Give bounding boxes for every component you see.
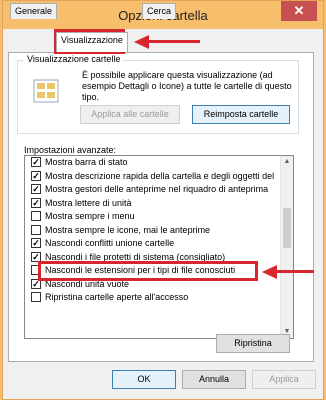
checkbox-checked-icon[interactable]: ✓ [31,197,41,208]
checkbox-unchecked-icon[interactable] [31,211,41,221]
advanced-option-label: Ripristina cartelle aperte all'accesso [45,292,189,302]
close-button[interactable]: ✕ [281,1,317,21]
tab-view[interactable]: Visualizzazione [56,32,128,52]
advanced-option-label: Mostra sempre i menu [45,211,135,221]
advanced-option-label: Mostra sempre le icone, mai le anteprime [45,224,211,235]
checkbox-unchecked-icon[interactable] [31,224,41,235]
cancel-button[interactable]: Annulla [182,370,246,389]
advanced-option-label: Mostra barra di stato [45,157,128,167]
checkbox-unchecked-icon[interactable] [31,292,41,302]
folder-views-description: È possibile applicare questa visualizzaz… [82,70,292,102]
checkbox-checked-icon[interactable]: ✓ [31,170,41,181]
apply-button[interactable]: Applica [252,370,316,389]
checkbox-checked-icon[interactable]: ✓ [31,157,41,167]
advanced-settings-list[interactable]: ✓ Mostra barra di stato ✓ Mostra descrizion… [24,155,294,339]
folder-views-label: Visualizzazione cartelle [24,54,124,64]
apply-to-folders-button[interactable]: Applica alle cartelle [80,105,180,124]
checkbox-checked-icon[interactable]: ✓ [31,251,41,262]
tab-general[interactable]: Generale [10,3,58,19]
option-arrow-line [276,270,314,273]
tab-arrow-line [148,40,200,43]
restore-defaults-button[interactable]: Ripristina [216,334,290,353]
advanced-option-label: Mostra lettere di unità [45,197,132,208]
option-arrow-left-icon [262,265,277,279]
scroll-thumb[interactable] [283,208,291,248]
advanced-option-label: Nascondi conflitti unione cartelle [45,238,175,248]
advanced-option-label: Mostra gestori delle anteprime nel riqua… [45,184,269,194]
scroll-up-icon[interactable]: ▲ [281,156,293,168]
ok-button[interactable]: OK [112,370,176,389]
checkbox-checked-icon[interactable]: ✓ [31,184,41,194]
tab-arrow-left-icon [134,35,149,49]
list-scrollbar[interactable]: ▲ ▼ [280,156,293,338]
reset-folders-button[interactable]: Reimposta cartelle [192,105,290,124]
option-highlight-box [38,261,258,281]
advanced-option-label: Mostra descrizione rapida della cartella… [45,170,275,181]
tab-search[interactable]: Cerca [142,3,177,19]
folder-view-icon [33,79,59,103]
checkbox-checked-icon[interactable]: ✓ [31,238,41,248]
advanced-settings-label: Impostazioni avanzate: [24,145,117,155]
